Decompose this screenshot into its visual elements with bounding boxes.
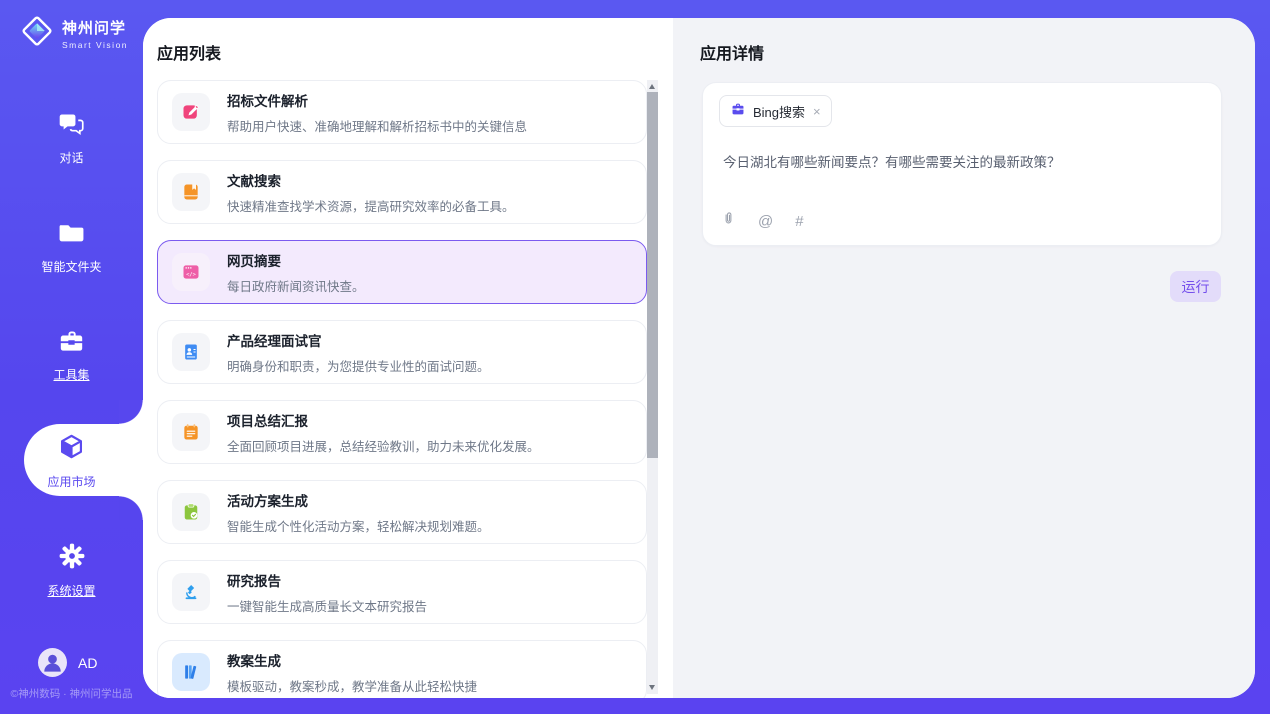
scroll-down-arrow-icon[interactable] [649,685,655,690]
app-description: 智能生成个性化活动方案，轻松解决规划难题。 [227,516,490,535]
bubble-curve-bottom [119,496,143,520]
app-name: 研究报告 [227,570,427,590]
sidebar-item-app-market[interactable]: 应用市场 [0,432,143,490]
folder-icon [58,219,85,247]
app-description: 模板驱动，教案秒成，教学准备从此轻松快捷 [227,676,477,695]
app-card-event-plan[interactable]: 活动方案生成 智能生成个性化活动方案，轻松解决规划难题。 [157,480,647,544]
app-name: 教案生成 [227,650,477,670]
toolbox-icon [58,327,85,355]
app-description: 每日政府新闻资讯快查。 [227,276,365,295]
user-name: AD [78,655,97,671]
sidebar-item-label: 系统设置 [0,582,143,599]
svg-text:</>: </> [186,272,197,278]
sidebar-item-label: 智能文件夹 [0,258,143,275]
scroll-up-arrow-icon[interactable] [649,84,655,89]
app-description: 快速精准查找学术资源，提高研究效率的必备工具。 [227,196,515,215]
app-description: 全面回顾项目进展，总结经验教训，助力未来优化发展。 [227,436,540,455]
chat-icon [58,110,85,138]
sidebar-item-label: 工具集 [0,366,143,383]
logo-text: 神州问学 Smart Vision [62,17,128,50]
briefcase-icon [730,101,746,122]
app-list-pane: 应用列表 招标文件解析 帮助用户快速、准确地理解和解析招标书中的关键信息 [143,18,673,698]
app-name: 活动方案生成 [227,490,490,510]
logo-subtitle: Smart Vision [62,40,128,50]
sidebar-item-toolset[interactable]: 工具集 [0,327,143,383]
sidebar-item-settings[interactable]: 系统设置 [0,542,143,599]
app-name: 文献搜索 [227,170,515,190]
query-text[interactable]: 今日湖北有哪些新闻要点？有哪些需要关注的最新政策？ [723,151,1201,171]
app-name: 网页摘要 [227,250,365,270]
edit-document-icon [172,93,210,131]
app-detail-pane: 应用详情 Bing搜索 × 今日湖北有哪些新闻要点？有哪些需要关注的最新政策？ [673,18,1255,698]
app-description: 明确身份和职责，为您提供专业性的面试问题。 [227,356,490,375]
sidebar-item-smart-folder[interactable]: 智能文件夹 [0,219,143,275]
microscope-icon [172,573,210,611]
app-description: 帮助用户快速、准确地理解和解析招标书中的关键信息 [227,116,527,135]
app-list-scrollbar[interactable] [647,80,658,694]
chip-close-icon[interactable]: × [813,105,821,118]
browser-code-icon: </> [172,253,210,291]
user-account[interactable]: AD [38,648,97,677]
logo-diamond-icon [20,14,54,53]
content-panel: 应用列表 招标文件解析 帮助用户快速、准确地理解和解析招标书中的关键信息 [143,18,1255,698]
books-icon [172,653,210,691]
app-card-literature-search[interactable]: 文献搜索 快速精准查找学术资源，提高研究效率的必备工具。 [157,160,647,224]
clipboard-check-icon [172,493,210,531]
sidebar-item-chat[interactable]: 对话 [0,110,143,166]
tool-chip-bing-search[interactable]: Bing搜索 × [719,95,832,127]
prompt-card: Bing搜索 × 今日湖北有哪些新闻要点？有哪些需要关注的最新政策？ @ # [702,82,1222,246]
bubble-curve-top [119,400,143,424]
app-name: 产品经理面试官 [227,330,490,350]
resume-person-icon [172,333,210,371]
app-card-research-report[interactable]: 研究报告 一键智能生成高质量长文本研究报告 [157,560,647,624]
book-icon [172,173,210,211]
scrollbar-thumb[interactable] [647,92,658,458]
sidebar: 神州问学 Smart Vision 对话 智能文件夹 [0,0,143,714]
app-card-list: 招标文件解析 帮助用户快速、准确地理解和解析招标书中的关键信息 文献搜索 [157,80,647,698]
app-name: 项目总结汇报 [227,410,540,430]
app-card-pm-interviewer[interactable]: 产品经理面试官 明确身份和职责，为您提供专业性的面试问题。 [157,320,647,384]
app-logo: 神州问学 Smart Vision [20,14,128,53]
app-card-bid-analysis[interactable]: 招标文件解析 帮助用户快速、准确地理解和解析招标书中的关键信息 [157,80,647,144]
sidebar-footer: ©神州数码 · 神州问学出品 [0,686,143,701]
app-list-title: 应用列表 [157,40,221,64]
paperclip-icon[interactable] [721,210,736,233]
hash-icon[interactable]: # [795,213,803,230]
app-description: 一键智能生成高质量长文本研究报告 [227,596,427,615]
sidebar-item-label: 对话 [0,149,143,166]
app-detail-title: 应用详情 [700,40,764,64]
notepad-icon [172,413,210,451]
run-button[interactable]: 运行 [1170,271,1221,302]
app-card-web-summary[interactable]: </> 网页摘要 每日政府新闻资讯快查。 [157,240,647,304]
at-icon[interactable]: @ [758,213,773,230]
input-toolbar: @ # [721,210,804,233]
tool-chip-label: Bing搜索 [753,102,805,121]
app-card-lesson-plan[interactable]: 教案生成 模板驱动，教案秒成，教学准备从此轻松快捷 [157,640,647,698]
sidebar-item-label: 应用市场 [0,473,143,490]
app-name: 招标文件解析 [227,90,527,110]
avatar [38,648,67,677]
app-window: 神州问学 Smart Vision 对话 智能文件夹 [0,0,1270,714]
logo-title: 神州问学 [62,20,126,37]
gear-icon [58,542,86,570]
cube-icon [57,432,86,460]
app-card-project-summary[interactable]: 项目总结汇报 全面回顾项目进展，总结经验教训，助力未来优化发展。 [157,400,647,464]
